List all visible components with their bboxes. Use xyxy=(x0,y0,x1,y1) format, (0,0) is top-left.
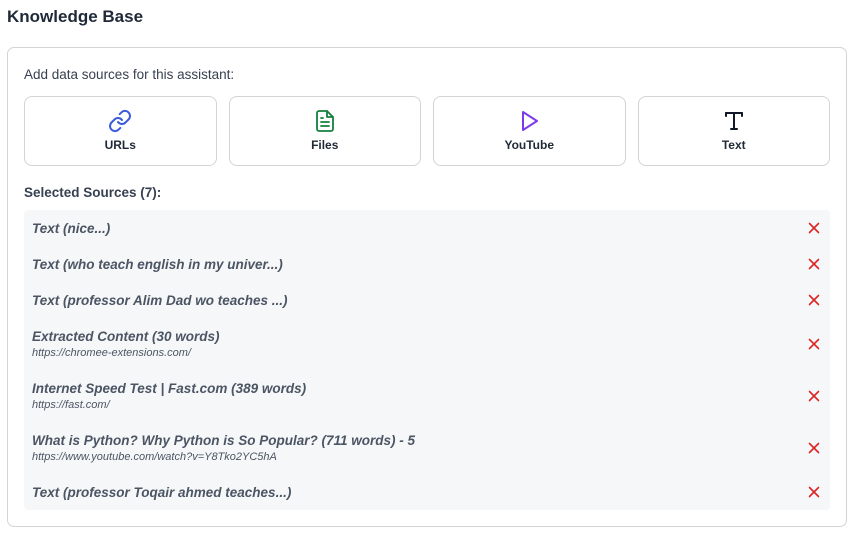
text-icon xyxy=(724,112,743,130)
remove-source-icon[interactable] xyxy=(808,338,820,350)
youtube-button[interactable]: YouTube xyxy=(433,96,626,166)
source-url: https://www.youtube.com/watch?v=Y8Tko2YC… xyxy=(32,451,277,463)
urls-button-label: URLs xyxy=(104,138,136,152)
remove-source-icon[interactable] xyxy=(808,486,820,498)
file-icon xyxy=(315,110,334,132)
files-button[interactable]: Files xyxy=(228,96,421,166)
list-item: Text (professor Alim Dad wo teaches ...) xyxy=(24,282,830,318)
remove-source-icon[interactable] xyxy=(808,222,820,234)
page-title: Knowledge Base xyxy=(7,7,144,26)
remove-source-icon[interactable] xyxy=(808,294,820,306)
source-name: Text (nice...) xyxy=(32,220,111,236)
source-name: Internet Speed Test | Fast.com (389 word… xyxy=(32,381,307,396)
source-button-group: URLs Files YouTube Text xyxy=(24,96,830,166)
knowledge-base-panel: Add data sources for this assistant: URL… xyxy=(7,47,847,527)
list-item: Internet Speed Test | Fast.com (389 word… xyxy=(24,370,830,422)
source-name: Text (professor Toqair ahmed teaches...) xyxy=(32,484,292,500)
source-url: https://fast.com/ xyxy=(32,399,110,411)
remove-source-icon[interactable] xyxy=(808,390,820,402)
panel-hint: Add data sources for this assistant: xyxy=(24,67,235,82)
list-item: Extracted Content (30 words) https://chr… xyxy=(24,318,830,370)
link-icon xyxy=(109,109,132,133)
text-button[interactable]: Text xyxy=(637,96,830,166)
source-url: https://chromee-extensions.com/ xyxy=(32,347,191,359)
remove-source-icon[interactable] xyxy=(808,442,820,454)
selected-sources-list: Text (nice...) Text (who teach english i… xyxy=(24,210,830,510)
source-name: What is Python? Why Python is So Popular… xyxy=(32,433,416,448)
source-name: Extracted Content (30 words) xyxy=(32,329,220,344)
text-button-label: Text xyxy=(721,138,746,152)
youtube-button-label: YouTube xyxy=(504,138,555,152)
list-item: Text (professor Toqair ahmed teaches...) xyxy=(24,474,830,510)
remove-source-icon[interactable] xyxy=(808,258,820,270)
list-item: Text (nice...) xyxy=(24,210,830,246)
urls-button[interactable]: URLs xyxy=(24,96,217,166)
list-item: Text (who teach english in my univer...) xyxy=(24,246,830,282)
files-button-label: Files xyxy=(311,138,339,152)
source-name: Text (professor Alim Dad wo teaches ...) xyxy=(32,292,288,308)
play-icon xyxy=(522,111,539,131)
selected-sources-title: Selected Sources (7): xyxy=(24,185,162,200)
list-item: What is Python? Why Python is So Popular… xyxy=(24,422,830,474)
source-name: Text (who teach english in my univer...) xyxy=(32,256,283,272)
